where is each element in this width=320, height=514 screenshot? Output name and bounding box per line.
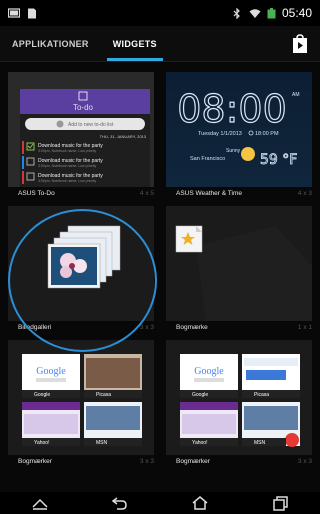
status-bar: 05:40 <box>0 0 320 26</box>
widget-bogmaerker[interactable]: Google Google Picasa Yahoo! MSN Bogmærke… <box>8 340 154 465</box>
todo-date: THU, 31, JANUARY, 2013 <box>100 134 147 139</box>
bluetooth-icon <box>233 7 240 19</box>
widget-size: 3 x 3 <box>139 458 154 465</box>
bookmarks-preview: Google Google Picasa Yahoo! MSN <box>166 340 312 455</box>
screen-icon <box>8 7 20 18</box>
widget-asus-todo[interactable]: To-do Add to new to-do list THU, 31, JAN… <box>8 72 154 197</box>
bookmarks-preview: Google Google Picasa Yahoo! MSN <box>8 340 154 455</box>
widget-label: Bogmærker <box>176 458 210 465</box>
widget-size: 1 x 1 <box>297 324 312 331</box>
bookmark-label: MSN <box>96 440 108 446</box>
tab-bar: APPLIKATIONER WIDGETS <box>0 26 320 62</box>
tab-applikationer[interactable]: APPLIKATIONER <box>0 39 101 61</box>
bookmark-preview <box>166 206 312 321</box>
widget-label: Bogmærke <box>176 324 208 331</box>
todo-preview: To-do Add to new to-do list THU, 31, JAN… <box>8 72 154 187</box>
bookmark-label: MSN <box>254 440 266 446</box>
document-icon <box>28 8 36 18</box>
bookmark-label: Yahoo! <box>34 440 49 446</box>
bookmark-label: Google <box>192 392 208 398</box>
weather-city: San Francisco <box>190 156 225 162</box>
weather-date: Tuesday 1/1/2013 <box>198 131 242 137</box>
highlight-circle <box>8 209 157 352</box>
todo-title: To-do <box>73 103 94 112</box>
bookmark-label: Picasa <box>254 392 269 398</box>
weather-condition: Sunny <box>226 148 241 154</box>
home-icon[interactable] <box>190 495 210 511</box>
weather-temp: 59 °F <box>260 152 297 168</box>
weather-clock: 08:00 <box>177 87 287 131</box>
widget-bogmaerker-2[interactable]: Google Google Picasa Yahoo! MSN Bogmærke… <box>166 340 312 465</box>
hide-keyboard-icon[interactable] <box>30 495 50 511</box>
tab-widgets[interactable]: WIDGETS <box>101 39 169 61</box>
widget-size: 4 x 3 <box>297 190 312 197</box>
svg-text:Google: Google <box>36 366 66 377</box>
widget-label: ASUS Weather & Time <box>176 190 242 197</box>
bookmark-label: Google <box>34 392 50 398</box>
nav-bar <box>0 492 320 514</box>
bookmark-label: Yahoo! <box>192 440 207 446</box>
widget-label: ASUS To-Do <box>18 190 55 197</box>
weather-alarm: 18:00 PM <box>255 131 279 137</box>
widget-size: 3 x 3 <box>139 324 154 331</box>
widget-asus-weather-time[interactable]: 08:00 AM Tuesday 1/1/2013 18:00 PM Sunny… <box>166 72 312 197</box>
status-time: 05:40 <box>281 6 312 20</box>
svg-text:Google: Google <box>194 366 224 377</box>
recent-apps-icon[interactable] <box>270 495 290 511</box>
back-icon[interactable] <box>110 495 130 511</box>
weather-ampm: AM <box>292 92 300 98</box>
todo-add-placeholder: Add to new to-do list <box>68 122 114 128</box>
widget-size: 4 x 5 <box>139 190 154 197</box>
widget-size: 3 x 3 <box>297 458 312 465</box>
widget-label: Bogmærker <box>18 458 52 465</box>
bookmark-label: Picasa <box>96 392 111 398</box>
battery-icon <box>267 7 276 18</box>
wifi-icon <box>249 8 261 18</box>
todo-item-sub: 3:00pm, Notebook name, Low priority <box>38 164 96 168</box>
widget-bogmaerke[interactable]: Bogmærke 1 x 1 <box>166 206 312 331</box>
todo-item-sub: 3:00pm, Notebook name, Low priority <box>38 179 96 183</box>
play-store-icon[interactable] <box>290 34 310 54</box>
weather-preview: 08:00 AM Tuesday 1/1/2013 18:00 PM Sunny… <box>166 72 312 187</box>
todo-item-sub: 3:00pm, Notebook name, Low priority <box>38 149 96 153</box>
